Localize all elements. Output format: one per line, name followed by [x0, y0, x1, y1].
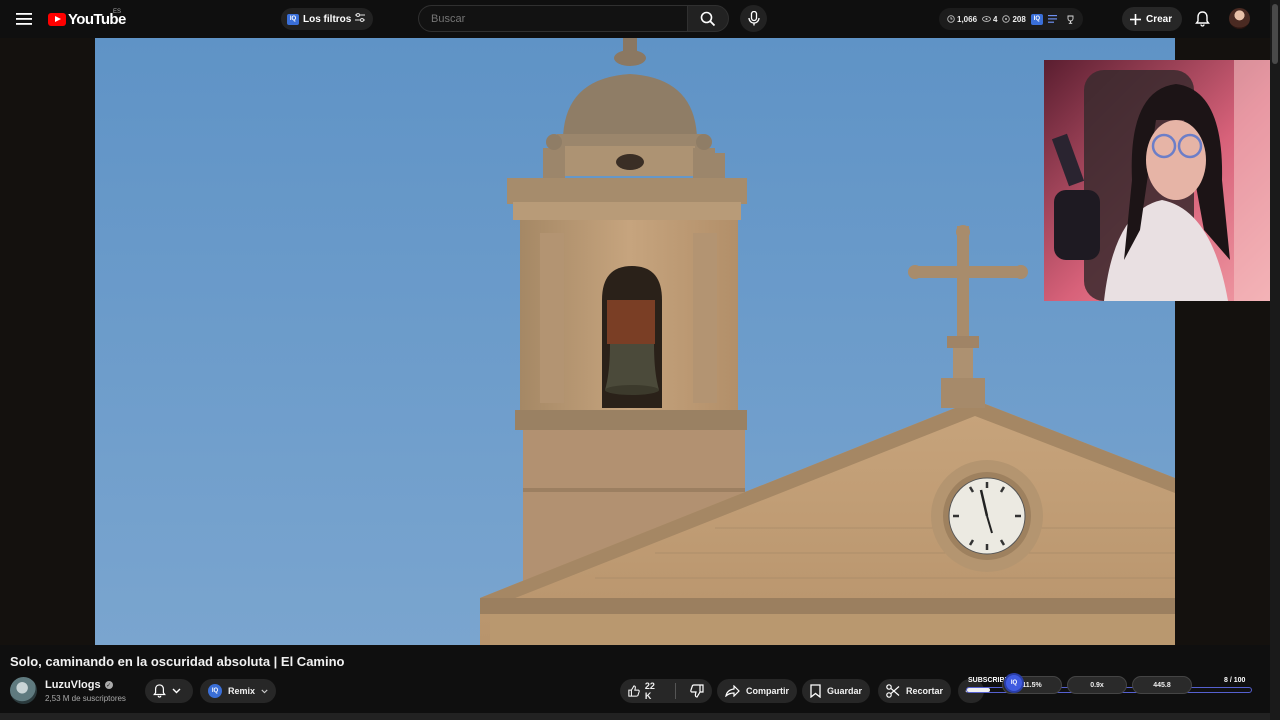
channel-name[interactable]: LuzuVlogs	[45, 679, 101, 691]
iq-badge: IQ	[208, 684, 222, 698]
chevron-down-icon	[172, 688, 181, 694]
page-bottom-strip	[0, 713, 1280, 720]
share-icon	[725, 685, 740, 697]
clip-button[interactable]: Recortar	[878, 679, 952, 703]
search-input[interactable]	[429, 11, 678, 26]
verified-check-icon: ✓	[104, 681, 113, 689]
iq-badge: IQ	[287, 13, 299, 25]
subscriber-stat-chip: 445.8	[1132, 676, 1192, 694]
filters-icon	[355, 13, 366, 25]
subscriber-stat-chip: 0.9x	[1067, 676, 1127, 694]
subscriber-progress-fill	[967, 688, 990, 692]
subscriber-goal-widget: SUBSCRIBERS 11.5% 0.9x 445.8 IQ 8 / 100	[966, 673, 1256, 701]
menu-icon[interactable]	[12, 8, 36, 30]
subscription-bell-button[interactable]	[145, 679, 193, 703]
mic-icon	[747, 11, 760, 26]
like-dislike-group: 22 K	[620, 679, 712, 703]
views-stat: 1,066	[947, 15, 977, 24]
create-button[interactable]: Crear	[1122, 7, 1183, 31]
notifications-bell-icon[interactable]	[1191, 8, 1213, 30]
page-scrollbar[interactable]	[1270, 0, 1280, 720]
clip-label: Recortar	[906, 686, 944, 696]
dislike-button[interactable]	[682, 679, 712, 703]
mic-button[interactable]	[740, 5, 767, 32]
list-icon[interactable]	[1047, 15, 1057, 23]
webcam-overlay	[1044, 60, 1280, 301]
plus-icon	[1130, 13, 1141, 25]
views-count: 1,066	[957, 14, 978, 24]
remix-button[interactable]: IQ Remix	[200, 679, 277, 703]
search-button[interactable]	[687, 5, 729, 32]
channel-name-row[interactable]: LuzuVlogs ✓	[45, 679, 113, 691]
subscriber-goal-count: 8 / 100	[1224, 677, 1246, 684]
extension-stats[interactable]: 1,066 4 208 IQ	[939, 8, 1083, 30]
user-avatar[interactable]	[1229, 8, 1250, 29]
top-bar: YouTube ES IQ Los filtros 1,066 4 208 IQ	[0, 0, 1280, 38]
scrollbar-thumb[interactable]	[1272, 4, 1278, 64]
clock-icon	[947, 15, 955, 23]
video-frame[interactable]	[95, 38, 1175, 645]
share-label: Compartir	[746, 686, 790, 696]
search-field[interactable]	[418, 5, 688, 32]
like-count: 22 K	[644, 681, 655, 701]
chevron-down-icon	[261, 689, 268, 693]
watchers-count: 4	[993, 14, 998, 24]
subscriber-count: 2,53 M de suscriptores	[45, 694, 126, 703]
divider	[675, 683, 676, 699]
subscriber-chips: 11.5% 0.9x 445.8	[1002, 676, 1192, 694]
comments-stat: 208	[1002, 14, 1026, 24]
channel-avatar[interactable]	[10, 677, 37, 704]
save-button[interactable]: Guardar	[802, 679, 871, 703]
filters-button[interactable]: IQ Los filtros	[281, 8, 374, 30]
watchers-stat: 4	[982, 15, 997, 24]
video-title: Solo, caminando en la oscuridad absoluta…	[10, 654, 345, 669]
search-icon	[700, 11, 716, 26]
video-player[interactable]	[0, 38, 1280, 645]
iq-extension-icon[interactable]: IQ	[1030, 13, 1043, 25]
create-label: Crear	[1146, 13, 1173, 25]
bell-icon	[153, 684, 166, 698]
save-label: Guardar	[827, 686, 863, 696]
eye-icon	[982, 16, 991, 22]
country-code: ES	[113, 9, 122, 15]
youtube-play-icon	[48, 12, 66, 26]
bookmark-icon	[810, 684, 821, 698]
like-button[interactable]: 22 K	[620, 679, 669, 703]
iq-knob-icon[interactable]: IQ	[1006, 675, 1022, 691]
comments-count: 208	[1012, 14, 1026, 24]
thumbs-down-icon	[690, 684, 704, 698]
share-button[interactable]: Compartir	[717, 679, 798, 703]
scissors-icon	[886, 684, 900, 698]
filters-label: Los filtros	[303, 13, 352, 25]
trophy-icon[interactable]	[1066, 15, 1075, 24]
comment-icon	[1002, 15, 1011, 23]
remix-label: Remix	[228, 686, 256, 696]
thumbs-up-icon	[628, 685, 640, 697]
